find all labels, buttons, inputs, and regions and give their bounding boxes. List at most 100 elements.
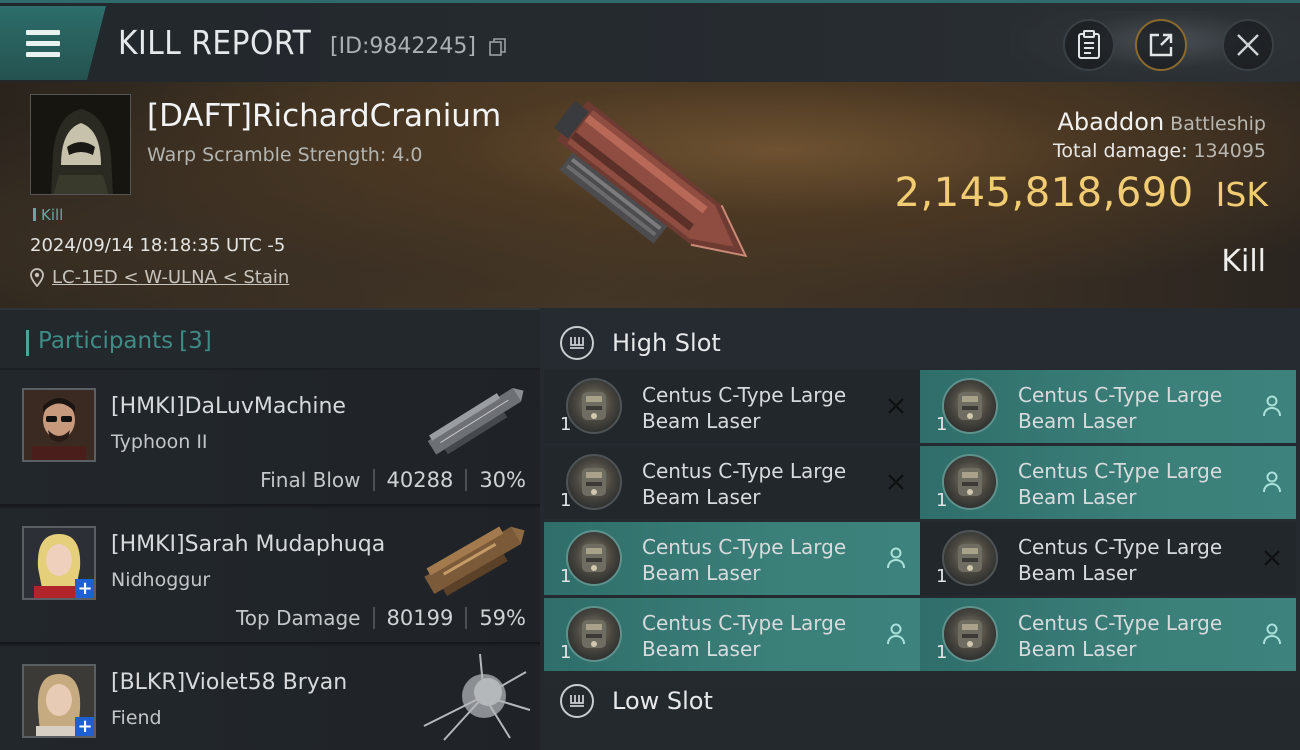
- module-quantity: 1: [936, 490, 948, 511]
- participant-role: Top Damage: [235, 606, 361, 630]
- share-button[interactable]: [1135, 19, 1187, 71]
- module-name: Centus C-Type Large Beam Laser: [642, 534, 872, 586]
- module-item[interactable]: 1 Centus C-Type Large Beam Laser: [544, 446, 920, 519]
- participant-damage: 40288: [386, 468, 454, 492]
- kill-location[interactable]: LC-1ED < W-ULNA < Stain: [30, 267, 289, 288]
- isk-unit: ISK: [1215, 175, 1268, 214]
- close-button[interactable]: [1222, 19, 1274, 71]
- location-link[interactable]: LC-1ED < W-ULNA < Stain: [52, 267, 289, 288]
- victim-ship[interactable]: Abaddon Battleship: [1057, 108, 1266, 136]
- module-name-line1: Centus C-Type Large: [642, 459, 847, 483]
- victim-name[interactable]: [DAFT]RichardCranium: [147, 98, 501, 134]
- module-icon: [942, 530, 998, 586]
- module-name-line1: Centus C-Type Large: [1018, 459, 1223, 483]
- victim-portrait[interactable]: [30, 94, 131, 195]
- module-name-line1: Centus C-Type Large: [1018, 535, 1223, 559]
- module-quantity: 1: [936, 414, 948, 435]
- divider: [372, 469, 375, 491]
- participant-avatar-image: [24, 390, 94, 460]
- module-icon: [942, 606, 998, 662]
- module-item[interactable]: 1 Centus C-Type Large Beam Laser: [920, 370, 1296, 443]
- module-item[interactable]: 1 Centus C-Type Large Beam Laser: [544, 370, 920, 443]
- low-slot-icon: [560, 684, 594, 718]
- participant-role: Final Blow: [260, 468, 361, 492]
- participant-row[interactable]: + [HMKI]Sarah Mudaphuqa Nidhoggur Top Da…: [0, 508, 540, 644]
- warp-scramble-strength: Warp Scramble Strength: 4.0: [147, 144, 423, 166]
- clipboard-button[interactable]: [1063, 19, 1115, 71]
- participant-name[interactable]: [HMKI]DaLuvMachine: [111, 394, 346, 419]
- module-item[interactable]: 1 Centus C-Type Large Beam Laser: [544, 522, 920, 595]
- module-icon: [942, 378, 998, 434]
- module-name: Centus C-Type Large Beam Laser: [1018, 610, 1248, 662]
- low-slot-header: Low Slot: [540, 670, 1300, 732]
- top-bar: KILL REPORT [ID:9842245]: [0, 0, 1300, 85]
- total-damage-label: Total damage:: [1053, 140, 1188, 162]
- module-name: Centus C-Type Large Beam Laser: [1018, 534, 1248, 586]
- plus-badge-icon: +: [75, 579, 94, 598]
- destroyed-x-icon: [884, 470, 908, 494]
- module-name-line2: Beam Laser: [1018, 485, 1137, 509]
- module-name-line1: Centus C-Type Large: [642, 383, 847, 407]
- participants-panel: Participants [3] [HMKI]DaLuvMachine Typho…: [0, 308, 540, 750]
- module-item[interactable]: 1 Centus C-Type Large Beam Laser: [920, 446, 1296, 519]
- module-quantity: 1: [936, 566, 948, 587]
- kill-banner: [DAFT]RichardCranium Warp Scramble Stren…: [0, 82, 1300, 308]
- module-name: Centus C-Type Large Beam Laser: [1018, 458, 1248, 510]
- avatar[interactable]: [22, 388, 96, 462]
- participant-row[interactable]: [HMKI]DaLuvMachine Typhoon II Final Blow…: [0, 370, 540, 506]
- page-title: KILL REPORT: [118, 23, 312, 62]
- total-damage: Total damage: 134095: [1053, 140, 1266, 162]
- location-pin-icon: [30, 268, 44, 287]
- high-slot-header: High Slot: [540, 312, 1300, 374]
- divider: [465, 469, 468, 491]
- module-name-line1: Centus C-Type Large: [1018, 611, 1223, 635]
- divider: [465, 607, 468, 629]
- clipboard-icon: [1078, 30, 1100, 59]
- avatar[interactable]: +: [22, 526, 96, 600]
- module-name: Centus C-Type Large Beam Laser: [642, 382, 872, 434]
- participant-name[interactable]: [HMKI]Sarah Mudaphuqa: [111, 532, 385, 557]
- module-icon: [566, 454, 622, 510]
- dropped-person-icon: [1260, 470, 1284, 494]
- participant-name[interactable]: [BLKR]Violet58 Bryan: [111, 670, 347, 695]
- participant-row[interactable]: + [BLKR]Violet58 Bryan Fiend: [0, 646, 540, 750]
- high-slot-title: High Slot: [612, 329, 721, 357]
- module-icon: [566, 378, 622, 434]
- dropped-person-icon: [884, 622, 908, 646]
- dropped-person-icon: [1260, 622, 1284, 646]
- module-item[interactable]: 1 Centus C-Type Large Beam Laser: [920, 522, 1296, 595]
- module-name-line2: Beam Laser: [1018, 561, 1137, 585]
- total-damage-value: 134095: [1193, 140, 1266, 162]
- module-name-line2: Beam Laser: [1018, 637, 1137, 661]
- menu-button[interactable]: [0, 6, 106, 80]
- ship-name: Abaddon: [1057, 108, 1165, 136]
- module-name-line1: Centus C-Type Large: [642, 535, 847, 559]
- participant-ship-image: [424, 526, 525, 596]
- module-name-line2: Beam Laser: [642, 485, 761, 509]
- module-quantity: 1: [560, 490, 572, 511]
- module-name-line2: Beam Laser: [642, 409, 761, 433]
- copy-icon[interactable]: [488, 37, 508, 57]
- participants-header: Participants [3]: [0, 308, 540, 368]
- participant-stats: Top Damage 80199 59%: [236, 606, 526, 630]
- module-quantity: 1: [560, 642, 572, 663]
- module-name-line2: Beam Laser: [1018, 409, 1137, 433]
- module-icon: [566, 530, 622, 586]
- participant-stats: Final Blow 40288 30%: [260, 468, 526, 492]
- participant-percent: 59%: [479, 606, 526, 630]
- module-item[interactable]: 1 Centus C-Type Large Beam Laser: [920, 598, 1296, 671]
- participant-damage: 80199: [386, 606, 454, 630]
- dropped-person-icon: [884, 546, 908, 570]
- low-slot-title: Low Slot: [612, 687, 713, 715]
- module-icon: [942, 454, 998, 510]
- victim-ship-image[interactable]: [530, 90, 780, 280]
- module-quantity: 1: [560, 414, 572, 435]
- victim-avatar-image: [31, 95, 130, 194]
- destroyed-x-icon: [884, 394, 908, 418]
- module-item[interactable]: 1 Centus C-Type Large Beam Laser: [544, 598, 920, 671]
- close-icon: [1237, 34, 1259, 56]
- module-name: Centus C-Type Large Beam Laser: [642, 458, 872, 510]
- avatar[interactable]: +: [22, 664, 96, 738]
- module-quantity: 1: [936, 642, 948, 663]
- participant-ship: Nidhoggur: [111, 569, 211, 591]
